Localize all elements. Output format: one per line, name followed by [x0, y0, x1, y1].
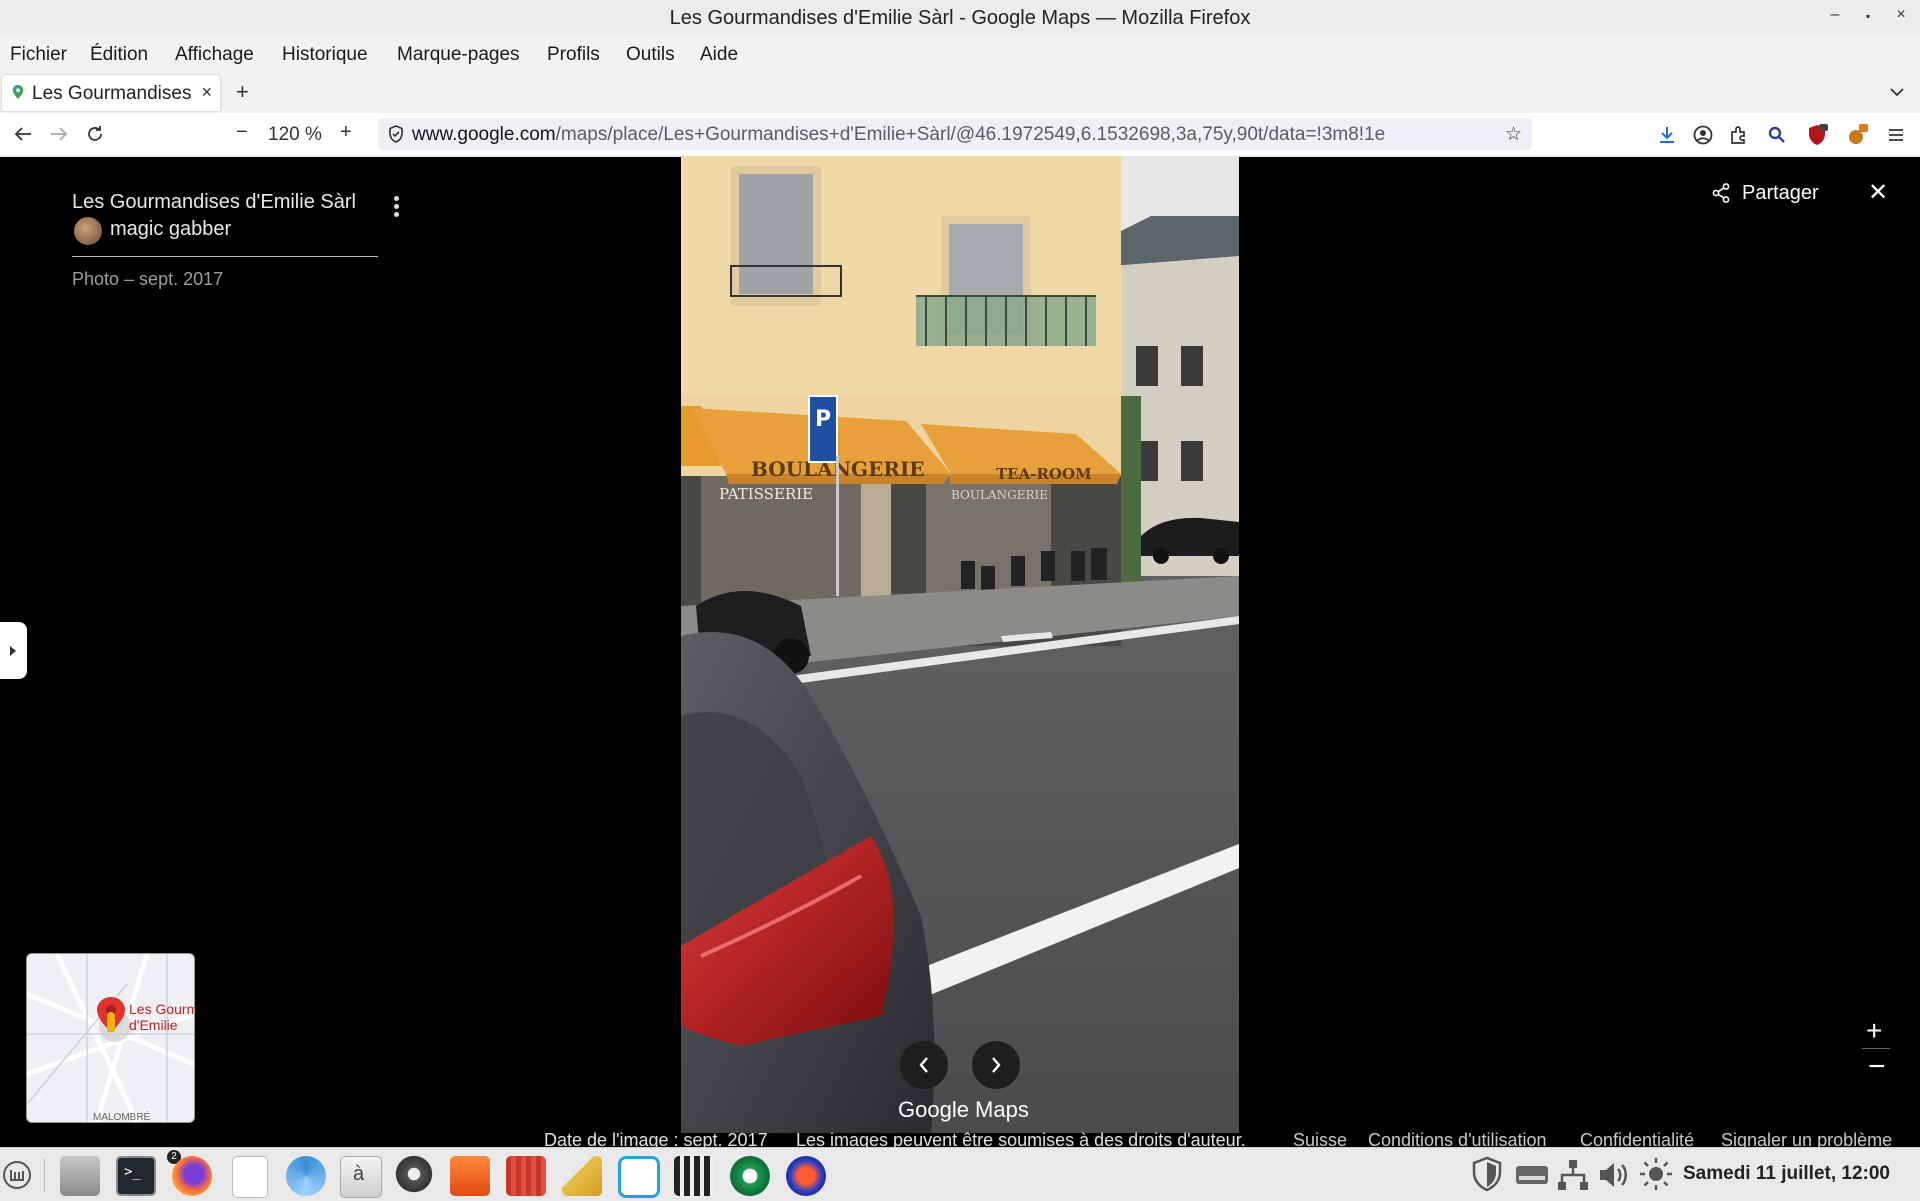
qr-code-icon[interactable]: [506, 1156, 546, 1196]
chevron-down-icon[interactable]: [1890, 87, 1904, 97]
zoom-out-button[interactable]: −: [236, 121, 248, 144]
character-map-icon[interactable]: à: [340, 1156, 382, 1198]
firefox-icon[interactable]: [172, 1156, 212, 1196]
minimap-label-line2: d'Emilie: [129, 1017, 178, 1033]
download-icon[interactable]: [1656, 124, 1678, 146]
taskbar-divider: [44, 1158, 45, 1192]
text-editor-icon[interactable]: [232, 1156, 268, 1198]
zoom-in-button[interactable]: +: [340, 121, 352, 144]
address-bar[interactable]: www.google.com/maps/place/Les+Gourmandis…: [378, 118, 1532, 150]
menu-aide[interactable]: Aide: [700, 44, 738, 66]
maps-pin-icon: [12, 85, 24, 99]
hamburger-menu-icon[interactable]: [1885, 124, 1907, 146]
place-title[interactable]: Les Gourmandises d'Emilie Sàrl: [72, 191, 356, 214]
recycle-app-icon[interactable]: [730, 1156, 770, 1196]
minimap[interactable]: Les Gourmandises d'Emilie MALOMBRÉ: [26, 953, 195, 1123]
tab-close-icon[interactable]: ×: [201, 82, 212, 103]
tab-label: Les Gourmandises d'Emilie Sàrl: [32, 83, 194, 104]
menu-marque-pages[interactable]: Marque-pages: [397, 44, 520, 66]
awning-text-right: TEA-ROOM: [996, 465, 1092, 483]
forward-arrow-icon[interactable]: [50, 126, 68, 142]
avatar[interactable]: [74, 217, 102, 245]
minimap-label-line1: Les Gourmandises: [129, 1001, 194, 1017]
maximize-button[interactable]: ▪: [1857, 9, 1879, 23]
taskbar: >_ 2 à Samedi 11 juillet, 12:00: [0, 1147, 1920, 1201]
extensions-icon[interactable]: [1728, 124, 1750, 146]
url-host: www.google.com: [412, 124, 556, 145]
zoom-level[interactable]: 120 %: [268, 124, 322, 146]
menu-edition[interactable]: Édition: [90, 44, 148, 66]
cleaner-broom-icon[interactable]: [562, 1156, 602, 1196]
shutter-icon[interactable]: [286, 1156, 326, 1196]
street-photo[interactable]: BOULANGERIE TEA-ROOM PATISSERIE BOULANGE…: [681, 156, 1239, 1133]
account-icon[interactable]: [1692, 124, 1714, 146]
gimp-icon[interactable]: [394, 1156, 434, 1196]
menu-outils[interactable]: Outils: [626, 44, 675, 66]
photo-date: Photo – sept. 2017: [72, 269, 224, 289]
ublock-shield-icon[interactable]: [1806, 124, 1828, 146]
window-title: Les Gourmandises d'Emilie Sàrl - Google …: [669, 7, 1251, 29]
tab-bar: Les Gourmandises d'Emilie Sàrl × +: [0, 73, 1920, 113]
photo-author[interactable]: magic gabber: [110, 218, 231, 241]
security-shield-icon[interactable]: [1470, 1156, 1504, 1192]
character-map-glyph: à: [353, 1163, 365, 1185]
menu-bar: Fichier Édition Affichage Historique Mar…: [0, 37, 1920, 73]
clapperboard-icon[interactable]: [674, 1156, 714, 1196]
bookmark-star-icon[interactable]: ☆: [1505, 123, 1522, 146]
zoom-divider: [1862, 1048, 1890, 1049]
caret-right-icon: [10, 646, 16, 656]
chevron-left-icon: [919, 1057, 928, 1073]
share-label: Partager: [1742, 182, 1819, 204]
file-cabinet-icon[interactable]: [60, 1156, 100, 1196]
minimap-image: Les Gourmandises d'Emilie MALOMBRÉ: [27, 954, 194, 1122]
close-viewer-icon[interactable]: ✕: [1868, 178, 1888, 207]
drive-icon[interactable]: [1514, 1162, 1550, 1188]
network-icon[interactable]: [1556, 1158, 1590, 1192]
mint-menu-icon[interactable]: [2, 1160, 32, 1190]
volume-icon[interactable]: [1596, 1158, 1630, 1192]
expand-panel-button[interactable]: [0, 622, 27, 679]
reload-icon[interactable]: [86, 125, 104, 143]
google-maps-logo: Google Maps: [898, 1097, 1029, 1122]
close-window-button[interactable]: ×: [1890, 6, 1912, 24]
clock[interactable]: Samedi 11 juillet, 12:00: [1683, 1163, 1890, 1185]
search-extension-icon[interactable]: [1766, 124, 1788, 146]
window-titlebar: Les Gourmandises d'Emilie Sàrl - Google …: [0, 0, 1920, 38]
terminal-icon[interactable]: >_: [116, 1156, 156, 1196]
window-text-left: PATISSERIE: [719, 485, 813, 503]
zoom-out-control[interactable]: −: [1868, 1050, 1886, 1084]
chevron-right-icon: [992, 1057, 1001, 1073]
url-text[interactable]: www.google.com/maps/place/Les+Gourmandis…: [412, 124, 1492, 146]
window-text-right: BOULANGERIE: [951, 488, 1048, 502]
downloader-icon[interactable]: [450, 1156, 490, 1196]
extension-badge-icon[interactable]: [1846, 124, 1868, 146]
sync-icon[interactable]: [618, 1156, 660, 1198]
menu-profils[interactable]: Profils: [547, 44, 600, 66]
audacity-icon[interactable]: [786, 1156, 826, 1196]
new-tab-button[interactable]: +: [236, 79, 249, 105]
url-path: /maps/place/Les+Gourmandises+d'Emilie+Sà…: [555, 124, 1386, 145]
more-options-icon[interactable]: [390, 194, 402, 218]
menu-affichage[interactable]: Affichage: [175, 44, 254, 66]
minimize-button[interactable]: –: [1824, 6, 1846, 24]
tab-google-maps[interactable]: Les Gourmandises d'Emilie Sàrl ×: [2, 75, 220, 111]
navigation-toolbar: − 120 % + www.google.com/maps/place/Les+…: [0, 113, 1920, 157]
menu-historique[interactable]: Historique: [282, 44, 368, 66]
menu-fichier[interactable]: Fichier: [10, 44, 67, 66]
divider: [72, 256, 378, 257]
zoom-in-control[interactable]: +: [1866, 1015, 1882, 1047]
parking-sign-text: P: [815, 407, 831, 432]
previous-photo-button[interactable]: [900, 1041, 948, 1089]
minimap-street-label: MALOMBRÉ: [93, 1110, 151, 1122]
photo-image: BOULANGERIE TEA-ROOM PATISSERIE BOULANGE…: [681, 156, 1239, 1133]
brightness-icon[interactable]: [1638, 1156, 1674, 1192]
shield-icon[interactable]: [388, 125, 404, 143]
next-photo-button[interactable]: [972, 1041, 1020, 1089]
share-icon: [1712, 183, 1730, 203]
back-arrow-icon[interactable]: [14, 126, 32, 142]
